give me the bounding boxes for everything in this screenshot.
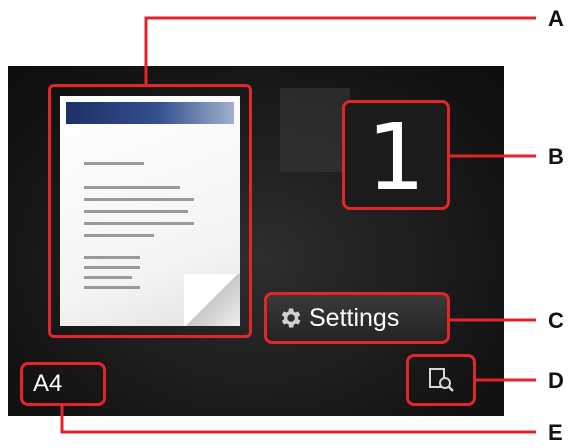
preview-text-line [84, 222, 194, 225]
count-backdrop [280, 88, 350, 172]
page-count-button[interactable]: 1 [342, 100, 450, 211]
preview-text-line [84, 276, 132, 279]
preview-text-line [84, 186, 180, 189]
preview-button[interactable] [406, 354, 476, 406]
settings-button[interactable]: Settings [264, 292, 450, 344]
gear-icon [281, 308, 301, 328]
callout-label-c: C [548, 308, 564, 333]
preview-magnifier-icon [429, 368, 454, 392]
preview-text-line [84, 210, 188, 213]
callout-label-b: B [548, 144, 564, 169]
page-curl [184, 274, 240, 326]
diagram-stage: 1 Settings A4 A B C D E [0, 0, 584, 448]
document-preview[interactable] [60, 96, 240, 326]
preview-text-line [84, 162, 144, 165]
callout-label-e: E [548, 420, 563, 445]
preview-text-line [84, 234, 154, 237]
preview-text-line [84, 198, 194, 201]
preview-text-line [84, 286, 140, 289]
callout-label-d: D [548, 368, 564, 393]
callout-label-a: A [548, 6, 564, 31]
paper-size-button[interactable]: A4 [20, 362, 106, 406]
preview-header-bar [66, 102, 234, 124]
preview-text-line [84, 256, 140, 259]
settings-label: Settings [309, 303, 400, 332]
preview-text-line [84, 266, 140, 269]
